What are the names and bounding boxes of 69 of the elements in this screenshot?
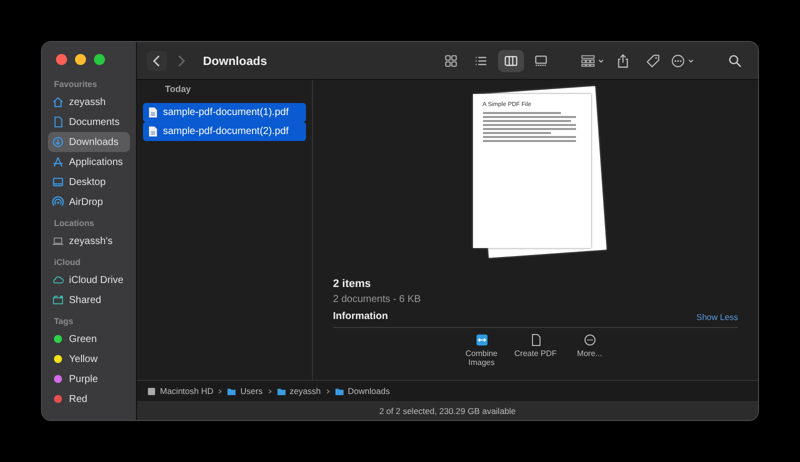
file-row[interactable]: sample-pdf-document(2).pdf	[143, 122, 306, 141]
tag-icon	[646, 54, 660, 68]
status-text: 2 of 2 selected, 230.29 GB available	[379, 406, 516, 416]
chevron-icon	[217, 386, 224, 396]
zoom-button[interactable]	[94, 54, 105, 65]
sidebar-item[interactable]: Yellow	[48, 349, 130, 369]
sidebar-icon	[52, 176, 64, 188]
sidebar-item[interactable]: Downloads	[48, 132, 130, 152]
back-chevron-icon	[152, 54, 162, 66]
quick-action-button[interactable]: Combine Images	[460, 334, 504, 367]
sidebar-heading: iCloud	[54, 257, 82, 267]
sidebar-heading: Locations	[54, 218, 96, 228]
grid-icon	[444, 54, 458, 68]
information-heading: Information	[333, 311, 388, 322]
document-icon	[148, 107, 158, 118]
sidebar-item[interactable]: zeyassh's	[48, 231, 130, 251]
folder-icon	[227, 386, 236, 396]
item-count: 2 items	[333, 278, 372, 290]
sidebar-item[interactable]: Shared	[48, 290, 130, 310]
chevron-icon	[266, 386, 273, 396]
window-title: Downloads	[203, 54, 268, 68]
sidebar-item[interactable]: Green	[48, 329, 130, 349]
path-item[interactable]: zeyassh	[290, 386, 321, 396]
folder-icon	[334, 386, 344, 396]
column-heading: Today	[165, 84, 192, 94]
show-less-link[interactable]: Show Less	[696, 312, 738, 322]
sidebar-item[interactable]: Documents	[48, 112, 130, 132]
document-icon	[148, 126, 158, 137]
item-details: 2 documents - 6 KB	[333, 294, 422, 305]
chevron-icon	[324, 386, 331, 396]
path-item[interactable]: Macintosh HD	[160, 386, 214, 396]
sidebar-icon	[52, 235, 64, 247]
sidebar-heading: Favourites	[54, 79, 98, 89]
file-row[interactable]: sample-pdf-document(1).pdf	[143, 103, 306, 122]
drive-icon	[147, 386, 156, 396]
sidebar-heading: Tags	[54, 316, 74, 326]
sidebar-item[interactable]: zeyassh	[48, 92, 130, 112]
forward-chevron-icon	[176, 54, 186, 66]
sidebar-icon	[52, 196, 64, 208]
sidebar-icon	[52, 136, 64, 148]
sidebar-icon	[52, 294, 64, 306]
grid-icon	[581, 54, 595, 68]
quick-action-button[interactable]: Create PDF	[514, 334, 558, 367]
document-icon	[530, 334, 542, 346]
sidebar-item[interactable]: Purple	[48, 369, 130, 389]
ellipsis-icon	[671, 54, 685, 68]
quick-action-button[interactable]: More...	[568, 334, 612, 367]
path-item[interactable]: Downloads	[348, 386, 390, 396]
columns-icon	[504, 54, 518, 68]
sidebar-item[interactable]: iCloud Drive	[48, 270, 130, 290]
combine-icon	[476, 334, 488, 346]
share-icon	[616, 54, 630, 68]
folder-icon	[276, 386, 286, 396]
sidebar-icon	[52, 274, 64, 286]
ellipsis-icon	[584, 334, 596, 346]
sidebar-icon	[52, 116, 64, 128]
sidebar-item[interactable]: Applications	[48, 152, 130, 172]
minimize-button[interactable]	[75, 54, 86, 65]
sidebar-item[interactable]: Desktop	[48, 172, 130, 192]
sidebar-icon	[52, 156, 64, 168]
view-mode-button[interactable]	[498, 50, 524, 72]
sidebar-icon	[52, 96, 64, 108]
back-button[interactable]	[147, 50, 167, 70]
close-button[interactable]	[56, 54, 67, 65]
gallery-icon	[534, 54, 548, 68]
search-icon	[728, 54, 742, 68]
sidebar-item[interactable]: Red	[48, 389, 130, 409]
path-item[interactable]: Users	[240, 386, 263, 396]
sidebar-item[interactable]: AirDrop	[48, 192, 130, 212]
